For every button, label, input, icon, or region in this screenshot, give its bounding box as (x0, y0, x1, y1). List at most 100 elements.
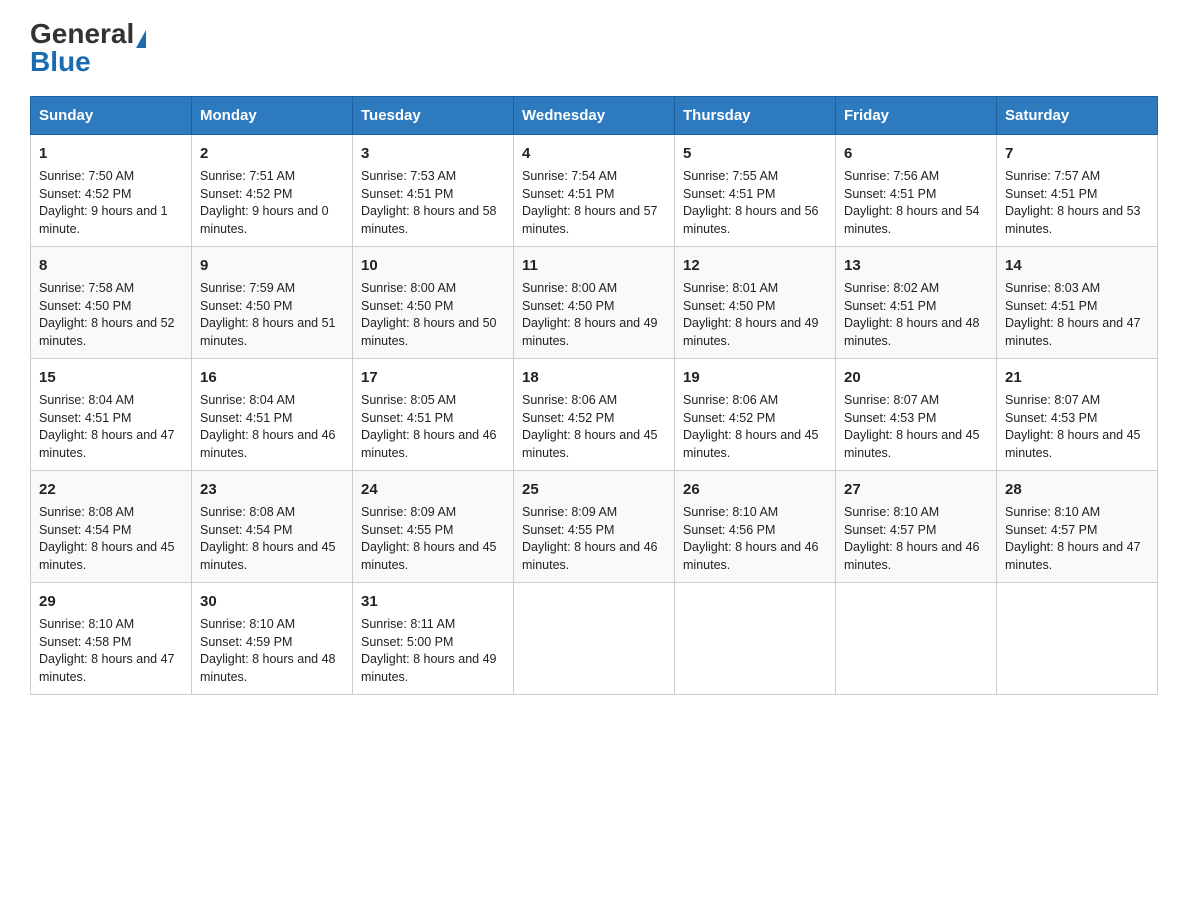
calendar-row: 22 Sunrise: 8:08 AMSunset: 4:54 PMDayligh… (31, 471, 1158, 583)
calendar-cell: 29 Sunrise: 8:10 AMSunset: 4:58 PMDayligh… (31, 583, 192, 695)
day-info: Sunrise: 8:09 AMSunset: 4:55 PMDaylight:… (361, 505, 497, 572)
day-number: 10 (361, 255, 505, 276)
day-info: Sunrise: 8:06 AMSunset: 4:52 PMDaylight:… (683, 393, 819, 460)
day-number: 3 (361, 143, 505, 164)
calendar-cell: 14Sunrise: 8:03 AMSunset: 4:51 PMDayligh… (997, 247, 1158, 359)
calendar-cell (514, 583, 675, 695)
calendar-cell: 27 Sunrise: 8:10 AMSunset: 4:57 PMDayligh… (836, 471, 997, 583)
calendar-cell: 22 Sunrise: 8:08 AMSunset: 4:54 PMDayligh… (31, 471, 192, 583)
day-info: Sunrise: 8:07 AMSunset: 4:53 PMDaylight:… (1005, 393, 1141, 460)
logo: General Blue (30, 20, 146, 76)
calendar-row: 1 Sunrise: 7:50 AMSunset: 4:52 PMDaylight… (31, 135, 1158, 247)
calendar-cell: 26Sunrise: 8:10 AMSunset: 4:56 PMDayligh… (675, 471, 836, 583)
day-info: Sunrise: 8:10 AMSunset: 4:56 PMDaylight:… (683, 505, 819, 572)
day-number: 23 (200, 479, 344, 500)
calendar-cell: 12 Sunrise: 8:01 AMSunset: 4:50 PMDayligh… (675, 247, 836, 359)
header-row: SundayMondayTuesdayWednesdayThursdayFrid… (31, 97, 1158, 135)
day-info: Sunrise: 8:04 AMSunset: 4:51 PMDaylight:… (200, 393, 336, 460)
day-info: Sunrise: 7:51 AMSunset: 4:52 PMDaylight:… (200, 169, 329, 236)
day-info: Sunrise: 8:01 AMSunset: 4:50 PMDaylight:… (683, 281, 819, 348)
calendar-cell: 1 Sunrise: 7:50 AMSunset: 4:52 PMDaylight… (31, 135, 192, 247)
calendar-cell: 6Sunrise: 7:56 AMSunset: 4:51 PMDaylight… (836, 135, 997, 247)
day-number: 12 (683, 255, 827, 276)
day-number: 2 (200, 143, 344, 164)
day-number: 18 (522, 367, 666, 388)
day-number: 5 (683, 143, 827, 164)
day-number: 4 (522, 143, 666, 164)
day-info: Sunrise: 8:10 AMSunset: 4:57 PMDaylight:… (1005, 505, 1141, 572)
calendar-cell: 20 Sunrise: 8:07 AMSunset: 4:53 PMDayligh… (836, 359, 997, 471)
day-number: 27 (844, 479, 988, 500)
col-header-friday: Friday (836, 97, 997, 135)
day-info: Sunrise: 7:58 AMSunset: 4:50 PMDaylight:… (39, 281, 175, 348)
day-number: 15 (39, 367, 183, 388)
day-info: Sunrise: 8:08 AMSunset: 4:54 PMDaylight:… (200, 505, 336, 572)
day-info: Sunrise: 8:09 AMSunset: 4:55 PMDaylight:… (522, 505, 658, 572)
logo-line2: Blue (30, 48, 91, 76)
day-number: 7 (1005, 143, 1149, 164)
day-info: Sunrise: 7:55 AMSunset: 4:51 PMDaylight:… (683, 169, 819, 236)
day-number: 31 (361, 591, 505, 612)
day-info: Sunrise: 8:10 AMSunset: 4:58 PMDaylight:… (39, 617, 175, 684)
calendar-cell: 16Sunrise: 8:04 AMSunset: 4:51 PMDayligh… (192, 359, 353, 471)
day-info: Sunrise: 8:08 AMSunset: 4:54 PMDaylight:… (39, 505, 175, 572)
calendar-cell: 2 Sunrise: 7:51 AMSunset: 4:52 PMDaylight… (192, 135, 353, 247)
day-info: Sunrise: 7:53 AMSunset: 4:51 PMDaylight:… (361, 169, 497, 236)
calendar-cell: 3 Sunrise: 7:53 AMSunset: 4:51 PMDaylight… (353, 135, 514, 247)
day-number: 25 (522, 479, 666, 500)
calendar-cell: 21 Sunrise: 8:07 AMSunset: 4:53 PMDayligh… (997, 359, 1158, 471)
calendar-cell: 28 Sunrise: 8:10 AMSunset: 4:57 PMDayligh… (997, 471, 1158, 583)
day-info: Sunrise: 8:04 AMSunset: 4:51 PMDaylight:… (39, 393, 175, 460)
day-number: 28 (1005, 479, 1149, 500)
calendar-cell: 23 Sunrise: 8:08 AMSunset: 4:54 PMDayligh… (192, 471, 353, 583)
day-number: 29 (39, 591, 183, 612)
logo-triangle-icon (136, 30, 146, 48)
calendar-cell: 30 Sunrise: 8:10 AMSunset: 4:59 PMDayligh… (192, 583, 353, 695)
day-info: Sunrise: 8:06 AMSunset: 4:52 PMDaylight:… (522, 393, 658, 460)
calendar-table: SundayMondayTuesdayWednesdayThursdayFrid… (30, 96, 1158, 695)
day-number: 13 (844, 255, 988, 276)
day-info: Sunrise: 8:10 AMSunset: 4:57 PMDaylight:… (844, 505, 980, 572)
day-info: Sunrise: 8:07 AMSunset: 4:53 PMDaylight:… (844, 393, 980, 460)
col-header-saturday: Saturday (997, 97, 1158, 135)
day-info: Sunrise: 8:00 AMSunset: 4:50 PMDaylight:… (522, 281, 658, 348)
logo-blue-text: Blue (30, 46, 91, 77)
calendar-row: 15 Sunrise: 8:04 AMSunset: 4:51 PMDayligh… (31, 359, 1158, 471)
col-header-sunday: Sunday (31, 97, 192, 135)
col-header-wednesday: Wednesday (514, 97, 675, 135)
day-number: 9 (200, 255, 344, 276)
calendar-cell: 8 Sunrise: 7:58 AMSunset: 4:50 PMDaylight… (31, 247, 192, 359)
day-info: Sunrise: 8:00 AMSunset: 4:50 PMDaylight:… (361, 281, 497, 348)
calendar-cell (997, 583, 1158, 695)
day-info: Sunrise: 8:11 AMSunset: 5:00 PMDaylight:… (361, 617, 497, 684)
day-number: 24 (361, 479, 505, 500)
day-number: 8 (39, 255, 183, 276)
day-number: 30 (200, 591, 344, 612)
day-number: 14 (1005, 255, 1149, 276)
calendar-cell: 10 Sunrise: 8:00 AMSunset: 4:50 PMDayligh… (353, 247, 514, 359)
calendar-cell: 15 Sunrise: 8:04 AMSunset: 4:51 PMDayligh… (31, 359, 192, 471)
day-number: 20 (844, 367, 988, 388)
calendar-row: 8 Sunrise: 7:58 AMSunset: 4:50 PMDaylight… (31, 247, 1158, 359)
day-info: Sunrise: 7:50 AMSunset: 4:52 PMDaylight:… (39, 169, 168, 236)
calendar-cell: 11Sunrise: 8:00 AMSunset: 4:50 PMDayligh… (514, 247, 675, 359)
day-info: Sunrise: 8:10 AMSunset: 4:59 PMDaylight:… (200, 617, 336, 684)
col-header-monday: Monday (192, 97, 353, 135)
calendar-cell: 13 Sunrise: 8:02 AMSunset: 4:51 PMDayligh… (836, 247, 997, 359)
page-header: General Blue (30, 20, 1158, 76)
day-info: Sunrise: 7:59 AMSunset: 4:50 PMDaylight:… (200, 281, 336, 348)
day-info: Sunrise: 8:02 AMSunset: 4:51 PMDaylight:… (844, 281, 980, 348)
day-info: Sunrise: 7:54 AMSunset: 4:51 PMDaylight:… (522, 169, 658, 236)
calendar-cell (836, 583, 997, 695)
calendar-cell: 5 Sunrise: 7:55 AMSunset: 4:51 PMDaylight… (675, 135, 836, 247)
day-number: 1 (39, 143, 183, 164)
day-number: 17 (361, 367, 505, 388)
day-number: 19 (683, 367, 827, 388)
day-number: 21 (1005, 367, 1149, 388)
day-number: 22 (39, 479, 183, 500)
calendar-cell: 7Sunrise: 7:57 AMSunset: 4:51 PMDaylight… (997, 135, 1158, 247)
calendar-cell: 25 Sunrise: 8:09 AMSunset: 4:55 PMDayligh… (514, 471, 675, 583)
calendar-cell: 31 Sunrise: 8:11 AMSunset: 5:00 PMDayligh… (353, 583, 514, 695)
logo-line1: General (30, 20, 146, 48)
col-header-thursday: Thursday (675, 97, 836, 135)
